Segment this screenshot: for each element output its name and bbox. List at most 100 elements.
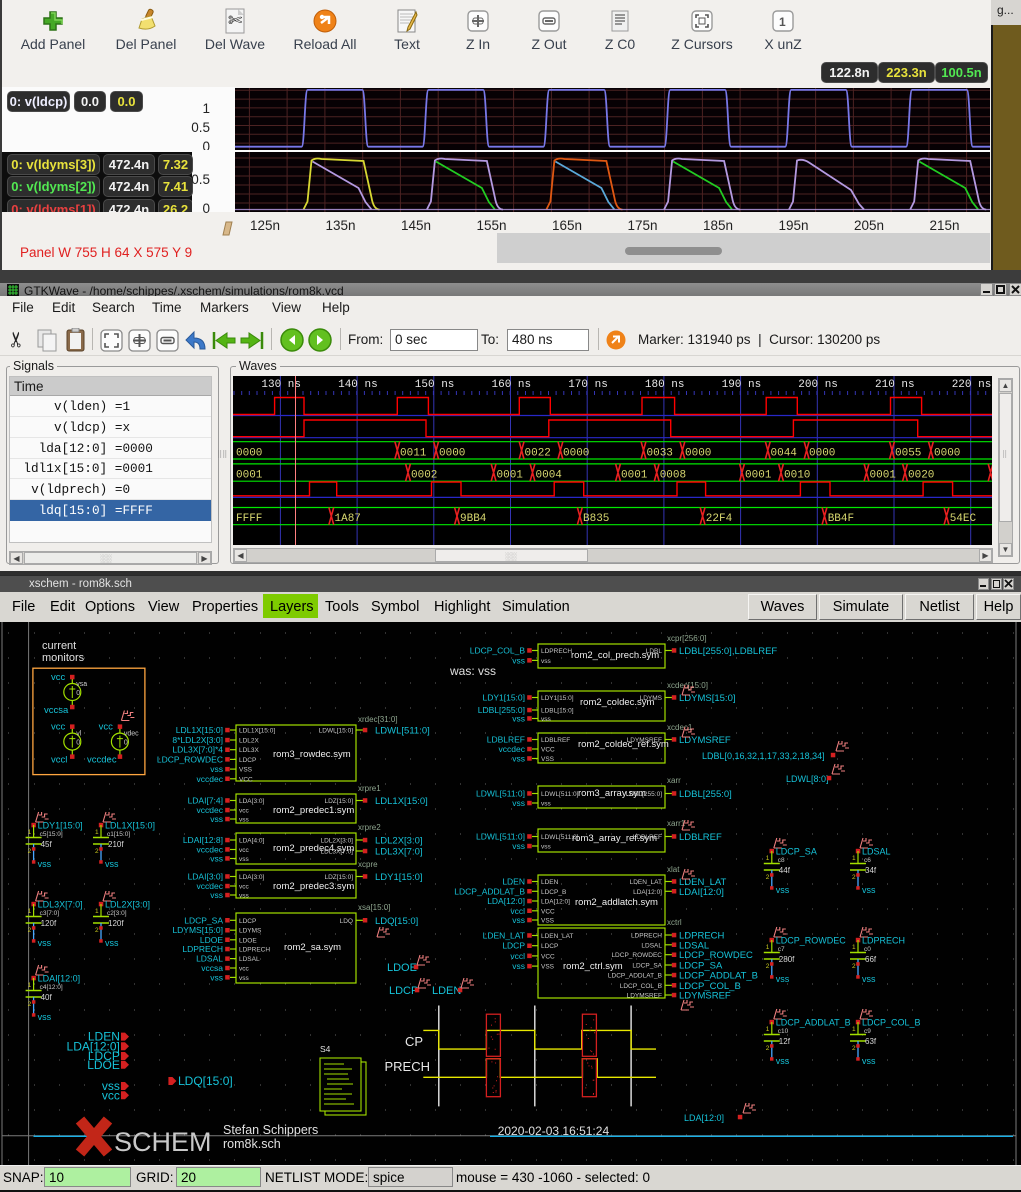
svg-text:vccdec: vccdec <box>197 774 224 784</box>
svg-text:180 ns: 180 ns <box>645 379 685 391</box>
svg-text:B835: B835 <box>583 513 609 525</box>
svg-text:0000: 0000 <box>934 448 960 460</box>
svg-text:0: 0 <box>76 690 80 697</box>
svg-text:44f: 44f <box>779 866 791 875</box>
svg-text:LDAI[7:4]: LDAI[7:4] <box>188 796 223 806</box>
svg-text:LDBLREF: LDBLREF <box>487 735 525 745</box>
svg-text:✄: ✄ <box>228 11 243 30</box>
svg-text:LDCP_COL_B: LDCP_COL_B <box>470 646 526 656</box>
svg-text:vss: vss <box>541 716 552 723</box>
svg-text:rom2_predec3.sym: rom2_predec3.sym <box>273 881 354 892</box>
svg-text:LDBL: LDBL <box>646 648 663 655</box>
svg-text:1: 1 <box>766 944 770 951</box>
svg-text:120f: 120f <box>41 919 57 928</box>
svg-text:LDBL[255:0],LDBLREF: LDBL[255:0],LDBLREF <box>679 646 777 657</box>
svg-text:vss: vss <box>512 915 525 925</box>
svg-text:vss: vss <box>239 975 250 982</box>
svg-text:LDBLREF: LDBLREF <box>633 834 662 841</box>
svg-text:0002: 0002 <box>411 470 437 482</box>
svg-text:2020-02-03 16:51:24: 2020-02-03 16:51:24 <box>498 1124 610 1138</box>
svg-text:LDA[12:0]: LDA[12:0] <box>541 899 570 906</box>
svg-text:220 ns: 220 ns <box>952 379 992 391</box>
svg-text:vss: vss <box>105 938 119 948</box>
svg-text:LDL3X[7:0]: LDL3X[7:0] <box>375 847 423 858</box>
svg-text:VCC: VCC <box>541 953 555 960</box>
svg-text:vcc: vcc <box>239 966 250 973</box>
svg-text:c1[15:0]: c1[15:0] <box>107 831 130 838</box>
svg-text:LDCP_B: LDCP_B <box>541 889 566 896</box>
svg-text:rom3_rowdec.sym: rom3_rowdec.sym <box>273 749 351 760</box>
svg-text:vss: vss <box>210 890 223 900</box>
svg-text:LDCP_COL_B: LDCP_COL_B <box>862 1018 921 1028</box>
svg-text:LDL2X: LDL2X <box>239 738 260 745</box>
svg-text:LDEN: LDEN <box>432 985 461 997</box>
svg-text:0033: 0033 <box>647 448 673 460</box>
svg-text:200 ns: 200 ns <box>798 379 838 391</box>
svg-text:LDAI[12:8]: LDAI[12:8] <box>183 835 223 845</box>
svg-text:LDCP_ROWDEC: LDCP_ROWDEC <box>157 754 223 764</box>
svg-text:LDCP: LDCP <box>541 943 558 950</box>
svg-text:0011: 0011 <box>400 448 427 460</box>
svg-text:vss: vss <box>776 1056 790 1066</box>
svg-text:LDQ[15:0]: LDQ[15:0] <box>178 1074 233 1088</box>
svg-text:LDA[3:0]: LDA[3:0] <box>239 798 264 805</box>
svg-text:2: 2 <box>95 927 99 934</box>
svg-text:LDL2X[3:0]: LDL2X[3:0] <box>105 900 150 910</box>
svg-text:VCC: VCC <box>541 908 555 915</box>
svg-text:PRECH: PRECH <box>385 1059 431 1074</box>
svg-text:vss: vss <box>239 817 250 824</box>
svg-text:0001: 0001 <box>870 470 897 482</box>
svg-text:0004: 0004 <box>536 470 563 482</box>
svg-text:0001: 0001 <box>745 470 772 482</box>
svg-text:vccsa: vccsa <box>44 705 69 716</box>
svg-text:0044: 0044 <box>771 448 798 460</box>
svg-text:LDA[3:0]: LDA[3:0] <box>239 874 264 881</box>
svg-text:LDEN_LAT: LDEN_LAT <box>483 931 525 941</box>
svg-text:LDY1[15:0]: LDY1[15:0] <box>38 821 83 831</box>
svg-text:210f: 210f <box>108 840 124 849</box>
svg-text:0020: 0020 <box>908 470 934 482</box>
svg-text:40f: 40f <box>41 993 53 1002</box>
svg-text:xsa[15:0]: xsa[15:0] <box>358 903 390 912</box>
svg-text:vcc: vcc <box>239 847 250 854</box>
svg-text:LDPRECH: LDPRECH <box>182 944 223 954</box>
svg-text:vss: vss <box>776 974 790 984</box>
svg-text:2: 2 <box>852 963 856 970</box>
svg-text:VSS: VSS <box>541 918 555 925</box>
svg-text:FFFF: FFFF <box>236 513 262 525</box>
svg-text:2: 2 <box>28 927 32 934</box>
svg-text:0001: 0001 <box>236 470 263 482</box>
svg-text:vss: vss <box>38 1012 52 1022</box>
svg-text:0000: 0000 <box>809 448 835 460</box>
svg-text:LDCP_ADDLAT_B: LDCP_ADDLAT_B <box>608 973 662 980</box>
svg-text:SCHEM: SCHEM <box>114 1127 212 1157</box>
svg-text:1: 1 <box>852 944 856 951</box>
svg-text:LDWL[511:0]: LDWL[511:0] <box>476 789 525 799</box>
svg-text:LDCP_SA: LDCP_SA <box>776 847 817 857</box>
svg-text:vccl: vccl <box>510 951 525 961</box>
svg-text:LDEN_LAT: LDEN_LAT <box>541 933 573 940</box>
svg-text:1: 1 <box>766 1026 770 1033</box>
svg-text:LDPRECH: LDPRECH <box>862 936 905 946</box>
svg-text:LDEN: LDEN <box>541 879 559 886</box>
svg-text:120f: 120f <box>108 919 124 928</box>
svg-text:1A87: 1A87 <box>335 513 361 525</box>
svg-text:vss: vss <box>541 844 552 851</box>
svg-text:1: 1 <box>28 982 32 989</box>
svg-text:LDY1[15:0]: LDY1[15:0] <box>541 695 574 702</box>
svg-text:160 ns: 160 ns <box>492 379 532 391</box>
svg-text:LDZ[15:0]: LDZ[15:0] <box>324 874 353 881</box>
svg-text:LDL1X[15:0]: LDL1X[15:0] <box>375 796 428 807</box>
svg-text:monitors: monitors <box>42 652 85 664</box>
svg-text:63f: 63f <box>865 1037 877 1046</box>
svg-text:vcc: vcc <box>51 722 66 733</box>
svg-text:0055: 0055 <box>895 448 921 460</box>
svg-text:LDWL[511:0]: LDWL[511:0] <box>541 791 579 798</box>
svg-text:LDBL[0,16,32,1,17,33,2,18,34]: LDBL[0,16,32,1,17,33,2,18,34] <box>702 751 825 761</box>
svg-text:VSS: VSS <box>541 756 555 763</box>
svg-text:12f: 12f <box>779 1037 791 1046</box>
svg-text:LDYMSREF: LDYMSREF <box>679 991 731 1002</box>
svg-text:2: 2 <box>852 874 856 881</box>
svg-text:LDBL[15:0]: LDBL[15:0] <box>541 708 574 715</box>
svg-text:LDSAL: LDSAL <box>239 956 260 963</box>
